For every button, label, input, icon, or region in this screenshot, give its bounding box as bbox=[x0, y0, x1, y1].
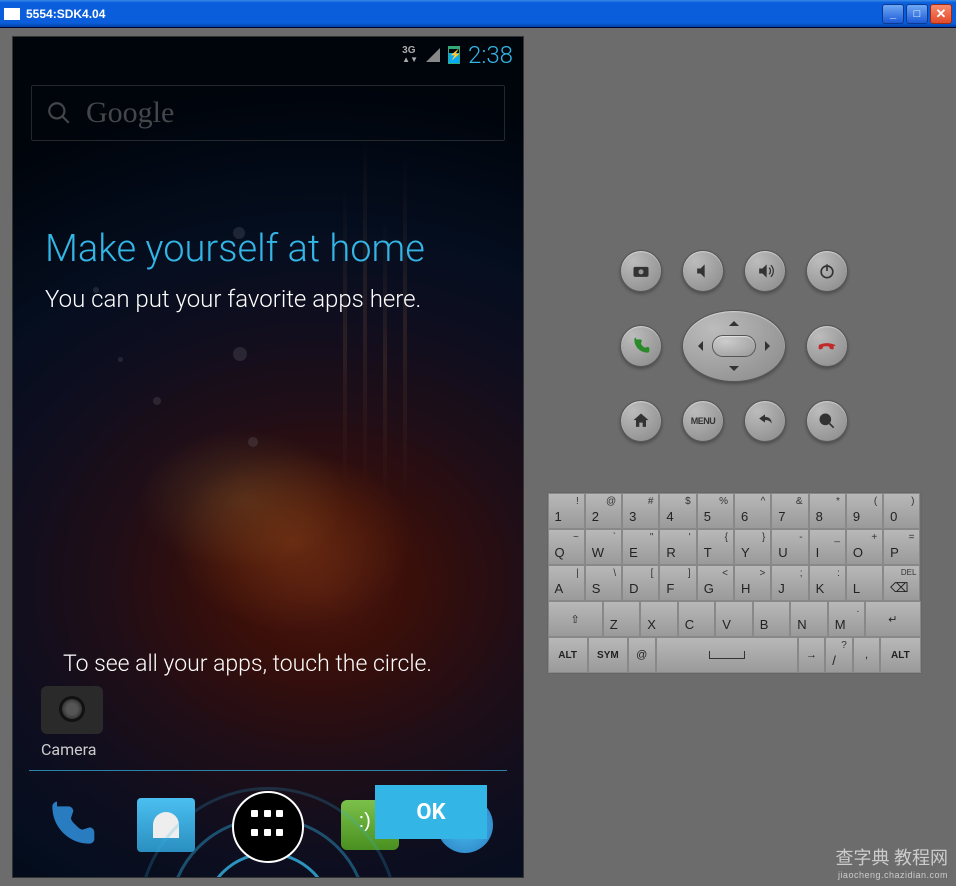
key-1[interactable]: 1! bbox=[548, 493, 585, 529]
key-slash[interactable]: /? bbox=[825, 637, 853, 673]
device-screen[interactable]: 3G ▲▼ 2:38 Google Make yourself at home … bbox=[12, 36, 524, 878]
key-enter[interactable]: ↵ bbox=[865, 601, 920, 637]
menu-button[interactable]: MENU bbox=[682, 400, 724, 442]
key-6[interactable]: 6^ bbox=[734, 493, 771, 529]
search-placeholder: Google bbox=[86, 96, 174, 130]
watermark: 查字典 教程网 jiaocheng.chazidian.com bbox=[836, 844, 949, 880]
key-X[interactable]: X bbox=[640, 601, 678, 637]
search-icon bbox=[46, 100, 72, 126]
key-G[interactable]: G< bbox=[697, 565, 734, 601]
key-K[interactable]: K: bbox=[809, 565, 846, 601]
emulator-controls: MENU 1!2@3#4$5%6^7&8*9(0) Q~W`E"R'T{Y}U-… bbox=[524, 36, 944, 878]
key-0[interactable]: 0) bbox=[883, 493, 920, 529]
call-button[interactable] bbox=[620, 325, 662, 367]
dpad-center[interactable] bbox=[712, 335, 756, 357]
camera-icon bbox=[41, 686, 103, 734]
network-indicator: 3G ▲▼ bbox=[402, 46, 418, 64]
power-button[interactable] bbox=[806, 250, 848, 292]
key-U[interactable]: U- bbox=[771, 529, 808, 565]
window-title: 5554:SDK4.04 bbox=[26, 7, 882, 21]
key-arrow[interactable]: → bbox=[798, 637, 826, 673]
back-button[interactable] bbox=[744, 400, 786, 442]
drawer-hint: To see all your apps, touch the circle. bbox=[63, 650, 473, 677]
key-I[interactable]: I_ bbox=[809, 529, 846, 565]
google-search-widget[interactable]: Google bbox=[31, 85, 505, 141]
key-at[interactable]: @ bbox=[628, 637, 656, 673]
welcome-subtitle: You can put your favorite apps here. bbox=[45, 285, 491, 313]
maximize-button[interactable]: □ bbox=[906, 4, 928, 24]
window-icon bbox=[4, 8, 20, 20]
app-drawer-icon bbox=[251, 810, 285, 844]
key-Q[interactable]: Q~ bbox=[548, 529, 585, 565]
key-3[interactable]: 3# bbox=[622, 493, 659, 529]
minimize-button[interactable]: _ bbox=[882, 4, 904, 24]
app-drawer-button[interactable] bbox=[232, 791, 304, 863]
key-2[interactable]: 2@ bbox=[585, 493, 622, 529]
key-H[interactable]: H> bbox=[734, 565, 771, 601]
key-9[interactable]: 9( bbox=[846, 493, 883, 529]
key-S[interactable]: S\ bbox=[585, 565, 622, 601]
key-8[interactable]: 8* bbox=[809, 493, 846, 529]
camera-hw-button[interactable] bbox=[620, 250, 662, 292]
battery-icon bbox=[448, 46, 460, 64]
signal-bars-icon bbox=[426, 48, 440, 62]
key-W[interactable]: W` bbox=[585, 529, 622, 565]
dpad-left[interactable] bbox=[693, 341, 703, 351]
key-V[interactable]: V bbox=[715, 601, 753, 637]
key-J[interactable]: J; bbox=[771, 565, 808, 601]
key-alt-right[interactable]: ALT bbox=[880, 637, 920, 673]
emulator-keyboard: 1!2@3#4$5%6^7&8*9(0) Q~W`E"R'T{Y}U-I_O+P… bbox=[547, 492, 922, 674]
dpad bbox=[682, 310, 786, 382]
dpad-right[interactable] bbox=[765, 341, 775, 351]
key-sym[interactable]: SYM bbox=[588, 637, 628, 673]
key-L[interactable]: L bbox=[846, 565, 883, 601]
key-7[interactable]: 7& bbox=[771, 493, 808, 529]
end-call-button[interactable] bbox=[806, 325, 848, 367]
welcome-overlay: Make yourself at home You can put your f… bbox=[45, 227, 491, 313]
key-space[interactable] bbox=[656, 637, 798, 673]
key-D[interactable]: D[ bbox=[622, 565, 659, 601]
clock: 2:38 bbox=[468, 41, 513, 69]
key-Z[interactable]: Z bbox=[603, 601, 641, 637]
key-Y[interactable]: Y} bbox=[734, 529, 771, 565]
key-A[interactable]: A| bbox=[548, 565, 585, 601]
close-button[interactable]: ✕ bbox=[930, 4, 952, 24]
search-hw-button[interactable] bbox=[806, 400, 848, 442]
tray-divider bbox=[29, 770, 507, 771]
key-comma[interactable]: , bbox=[853, 637, 881, 673]
key-delete[interactable]: DEL⌫ bbox=[883, 565, 920, 601]
key-alt-left[interactable]: ALT bbox=[548, 637, 588, 673]
window-titlebar: 5554:SDK4.04 _ □ ✕ bbox=[0, 0, 956, 28]
key-P[interactable]: P= bbox=[883, 529, 920, 565]
hardware-buttons: MENU bbox=[620, 250, 848, 442]
camera-label: Camera bbox=[41, 740, 103, 759]
ok-button[interactable]: OK bbox=[375, 785, 487, 839]
key-N[interactable]: N bbox=[790, 601, 828, 637]
key-E[interactable]: E" bbox=[622, 529, 659, 565]
volume-up-button[interactable] bbox=[744, 250, 786, 292]
key-B[interactable]: B bbox=[753, 601, 791, 637]
volume-down-button[interactable] bbox=[682, 250, 724, 292]
key-M[interactable]: M. bbox=[828, 601, 866, 637]
key-O[interactable]: O+ bbox=[846, 529, 883, 565]
home-button[interactable] bbox=[620, 400, 662, 442]
key-T[interactable]: T{ bbox=[697, 529, 734, 565]
key-C[interactable]: C bbox=[678, 601, 716, 637]
key-shift[interactable]: ⇧ bbox=[548, 601, 603, 637]
key-R[interactable]: R' bbox=[659, 529, 696, 565]
camera-shortcut[interactable]: Camera bbox=[41, 686, 103, 759]
status-bar[interactable]: 3G ▲▼ 2:38 bbox=[13, 37, 523, 73]
phone-app-icon[interactable] bbox=[37, 791, 105, 859]
dpad-up[interactable] bbox=[729, 316, 739, 326]
dpad-down[interactable] bbox=[729, 366, 739, 376]
key-5[interactable]: 5% bbox=[697, 493, 734, 529]
key-4[interactable]: 4$ bbox=[659, 493, 696, 529]
welcome-title: Make yourself at home bbox=[45, 227, 491, 271]
emulator-content: 3G ▲▼ 2:38 Google Make yourself at home … bbox=[0, 28, 956, 886]
key-F[interactable]: F] bbox=[659, 565, 696, 601]
